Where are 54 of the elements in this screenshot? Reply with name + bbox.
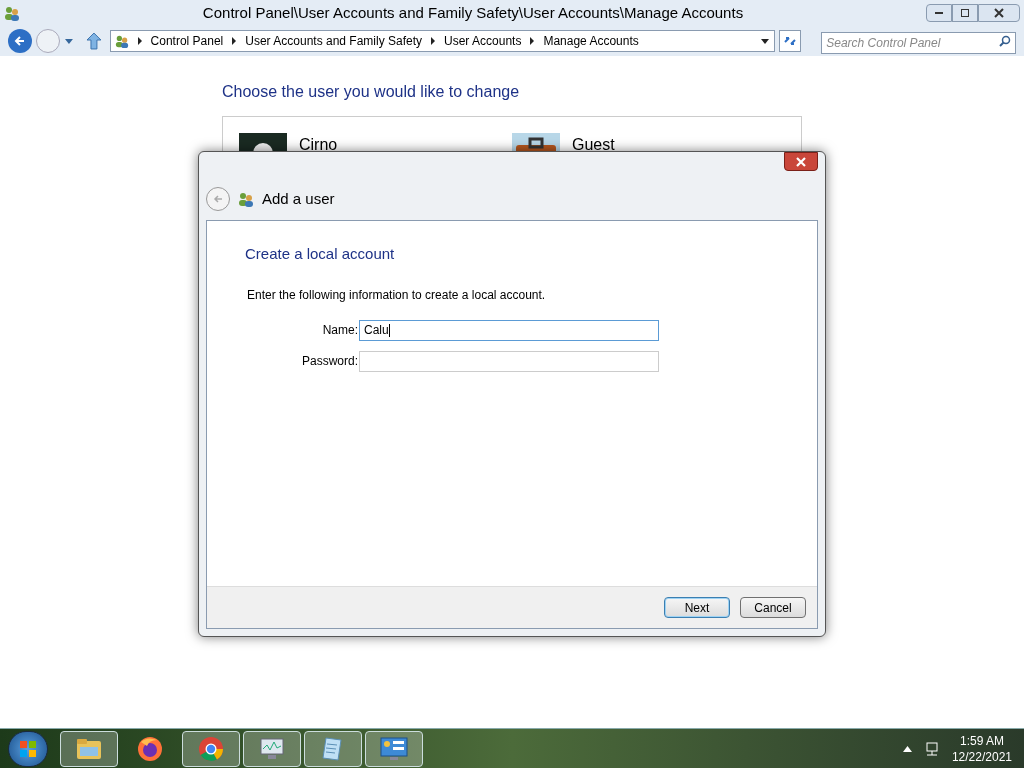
taskbar-button[interactable] — [304, 730, 362, 767]
chevron-icon[interactable] — [231, 37, 238, 45]
page-heading: Choose the user you would like to change — [222, 82, 521, 102]
taskbar-button[interactable] — [182, 730, 240, 767]
cancel-button[interactable]: Cancel — [740, 597, 806, 618]
close-icon — [994, 8, 1004, 18]
control-panel-icon — [380, 736, 408, 761]
monitor-icon — [259, 736, 285, 761]
chevron-icon[interactable] — [430, 37, 436, 45]
chevron-icon[interactable] — [136, 37, 143, 45]
taskbar-button[interactable] — [365, 730, 423, 767]
breadcrumb[interactable]: Manage Accounts — [543, 32, 639, 50]
field-label: Password: — [300, 353, 358, 370]
dialog-heading: Create a local account — [245, 244, 396, 264]
browser-globe-icon — [137, 735, 163, 762]
dialog-title: Add a user — [262, 188, 335, 209]
minimize-button[interactable] — [926, 4, 952, 22]
field-label: Name: — [321, 322, 358, 339]
up-arrow-icon[interactable] — [85, 32, 102, 50]
close-button[interactable] — [978, 4, 1020, 22]
next-button[interactable]: Next — [664, 597, 730, 618]
breadcrumb[interactable]: Control Panel — [150, 32, 224, 50]
back-arrow-icon — [213, 194, 223, 204]
chevron-icon[interactable] — [529, 37, 536, 45]
input-field[interactable]: Calu — [359, 319, 659, 341]
breadcrumb[interactable]: User Accounts and Family Safety — [245, 32, 422, 50]
browser-wheel-icon — [198, 735, 224, 762]
instruction-text: Enter the following information to create a local account. — [247, 286, 547, 304]
breadcrumb[interactable]: User Accounts — [444, 32, 522, 50]
refresh-button[interactable] — [779, 30, 802, 52]
close-icon — [796, 156, 806, 167]
clock[interactable]: 1:59 AM 12/22/2021 — [951, 732, 1012, 765]
restore-button[interactable] — [952, 4, 978, 22]
window-title: Control Panel\User Accounts and Family Safety\User Accounts\Manage Accounts — [201, 2, 745, 23]
show-hidden-icons-icon[interactable] — [902, 745, 912, 752]
refresh-icon — [783, 34, 798, 48]
taskbar-button[interactable] — [60, 730, 118, 767]
taskbar-button[interactable] — [243, 730, 301, 767]
dropdown-icon[interactable] — [760, 37, 771, 45]
users-icon — [4, 5, 20, 21]
network-icon[interactable] — [923, 740, 940, 757]
users-icon — [238, 191, 254, 207]
folder-icon — [76, 737, 102, 760]
input-field[interactable] — [359, 350, 659, 372]
users-icon — [114, 34, 129, 48]
search-icon[interactable] — [999, 35, 1011, 47]
address-bar[interactable]: Control Panel User Accounts and Family Safety User Accounts Manage Accounts — [109, 30, 776, 52]
notepad-icon — [321, 735, 345, 762]
start-button[interactable] — [8, 730, 48, 767]
back-arrow-icon — [13, 35, 26, 47]
back-button[interactable] — [8, 29, 32, 53]
close-button[interactable] — [784, 152, 818, 171]
windows-logo-icon — [19, 739, 37, 758]
search-field[interactable]: Search Control Panel — [821, 32, 1016, 54]
